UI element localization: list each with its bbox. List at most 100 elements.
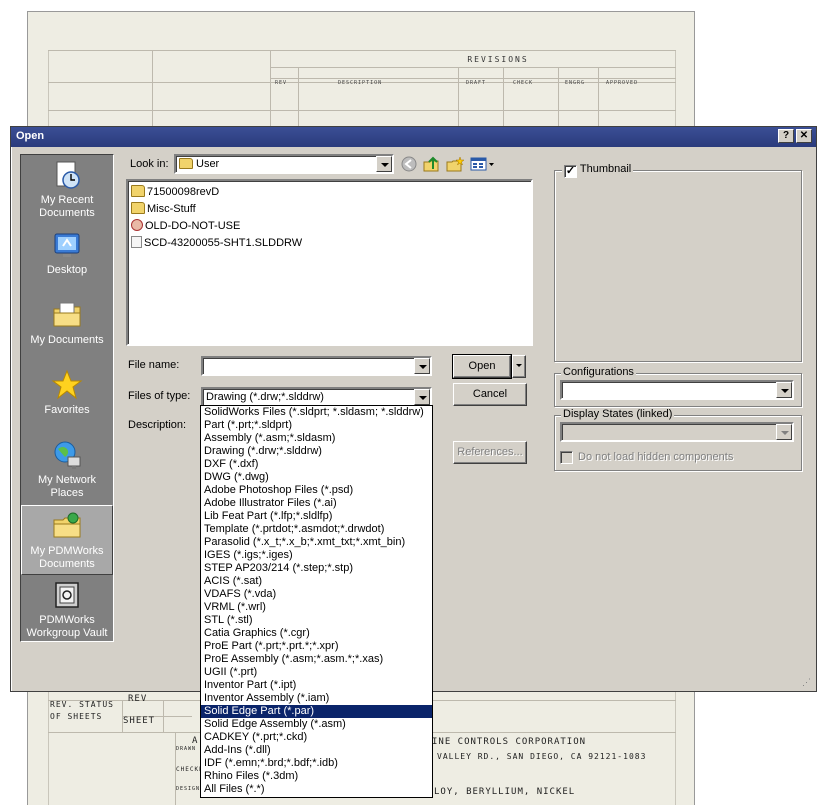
look-in-label: Look in: <box>130 158 169 170</box>
file-type-option[interactable]: Adobe Photoshop Files (*.psd) <box>201 484 432 497</box>
hidden-components-checkbox[interactable] <box>560 451 573 464</box>
file-name-text: OLD-DO-NOT-USE <box>145 220 241 232</box>
favorites-star-icon <box>51 369 83 401</box>
file-type-option[interactable]: IDF (*.emn;*.brd;*.bdf;*.idb) <box>201 757 432 770</box>
place-my-recent-documents[interactable]: My Recent Documents <box>21 155 113 225</box>
file-type-option[interactable]: IGES (*.igs;*.iges) <box>201 549 432 562</box>
cancel-button[interactable]: Cancel <box>453 383 527 406</box>
file-type-option[interactable]: ProE Assembly (*.asm;*.asm.*;*.xas) <box>201 653 432 666</box>
file-type-option[interactable]: Solid Edge Part (*.par) <box>201 705 432 718</box>
file-type-option[interactable]: Inventor Assembly (*.iam) <box>201 692 432 705</box>
pdmworks-vault-icon <box>51 579 83 611</box>
files-of-type-value: Drawing (*.drw;*.slddrw) <box>206 391 324 403</box>
place-my-documents[interactable]: My Documents <box>21 295 113 365</box>
file-name-text: SCD-43200055-SHT1.SLDDRW <box>144 237 303 249</box>
file-type-option[interactable]: STL (*.stl) <box>201 614 432 627</box>
place-favorites[interactable]: Favorites <box>21 365 113 435</box>
company-address: VALLEY RD., SAN DIEGO, CA 92121-1083 <box>437 752 647 761</box>
file-type-option[interactable]: Part (*.prt;*.sldprt) <box>201 419 432 432</box>
file-type-option[interactable]: ProE Part (*.prt;*.prt.*;*.xpr) <box>201 640 432 653</box>
file-type-option[interactable]: Template (*.prtdot;*.asmdot;*.drwdot) <box>201 523 432 536</box>
file-type-option[interactable]: Adobe Illustrator Files (*.ai) <box>201 497 432 510</box>
file-type-option[interactable]: ACIS (*.sat) <box>201 575 432 588</box>
place-label: Favorites <box>44 404 90 416</box>
list-item[interactable]: SCD-43200055-SHT1.SLDDRW <box>131 235 302 251</box>
file-type-option[interactable]: Inventor Part (*.ipt) <box>201 679 432 692</box>
view-menu-icon[interactable] <box>470 156 496 172</box>
dialog-title: Open <box>16 130 45 142</box>
file-type-dropdown-list[interactable]: SolidWorks Files (*.sldprt; *.sldasm; *.… <box>200 405 433 798</box>
drawn-label: DRAWN <box>176 746 197 752</box>
places-bar: My Recent Documents Desktop My Documents… <box>20 154 114 642</box>
thumbnail-label: Thumbnail <box>579 163 632 175</box>
file-type-option[interactable]: All Files (*.*) <box>201 783 432 796</box>
pdmworks-documents-icon <box>51 510 83 542</box>
thumbnail-group-title: ✓ Thumbnail <box>562 163 634 178</box>
hidden-components-label: Do not load hidden components <box>578 451 734 463</box>
restricted-folder-icon <box>131 219 143 231</box>
configurations-combo[interactable] <box>560 380 794 400</box>
file-type-option[interactable]: Assembly (*.asm;*.sldasm) <box>201 432 432 445</box>
file-type-option[interactable]: Solid Edge Assembly (*.asm) <box>201 718 432 731</box>
place-pdmworks-workgroup-vault[interactable]: PDMWorks Workgroup Vault <box>21 575 113 645</box>
file-type-option[interactable]: CADKEY (*.prt;*.ckd) <box>201 731 432 744</box>
file-type-option[interactable]: Drawing (*.drw;*.slddrw) <box>201 445 432 458</box>
sheet-line <box>48 50 676 51</box>
open-options-button[interactable] <box>512 355 526 378</box>
revisions-title: REVISIONS <box>467 55 529 64</box>
file-type-option[interactable]: Catia Graphics (*.cgr) <box>201 627 432 640</box>
help-button[interactable]: ? <box>778 129 794 143</box>
file-type-option[interactable]: DXF (*.dxf) <box>201 458 432 471</box>
list-item[interactable]: 71500098revD <box>131 184 219 200</box>
file-type-option[interactable]: Lib Feat Part (*.lfp;*.sldlfp) <box>201 510 432 523</box>
thumbnail-checkbox[interactable]: ✓ <box>564 165 577 178</box>
sheet-line <box>458 67 459 128</box>
file-type-option[interactable]: SolidWorks Files (*.sldprt; *.sldasm; *.… <box>201 406 432 419</box>
chevron-down-icon[interactable] <box>414 358 430 374</box>
sheet-line <box>298 67 299 128</box>
place-my-network-places[interactable]: My Network Places <box>21 435 113 505</box>
file-type-option[interactable]: Add-Ins (*.dll) <box>201 744 432 757</box>
file-type-option[interactable]: UGII (*.prt) <box>201 666 432 679</box>
recent-documents-icon <box>51 159 83 191</box>
chevron-down-icon[interactable] <box>776 424 792 440</box>
list-item[interactable]: OLD-DO-NOT-USE <box>131 218 240 234</box>
network-places-icon <box>51 439 83 471</box>
chevron-down-icon[interactable] <box>414 389 430 405</box>
look-in-combo[interactable]: User <box>174 154 394 174</box>
new-folder-icon[interactable] <box>446 156 465 172</box>
references-button[interactable]: References... <box>453 441 527 464</box>
file-name-text: 71500098revD <box>147 186 220 198</box>
design-label: DESIGN <box>176 786 201 792</box>
up-one-level-icon[interactable] <box>423 156 441 172</box>
company-name: INE CONTROLS CORPORATION <box>432 737 587 747</box>
rev-label: REV <box>128 694 148 704</box>
file-name-field[interactable] <box>201 356 432 376</box>
close-button[interactable]: ✕ <box>796 129 812 143</box>
rev-status-label: REV. STATUS <box>50 700 114 709</box>
file-name-text: Misc-Stuff <box>147 203 196 215</box>
place-desktop[interactable]: Desktop <box>21 225 113 295</box>
file-type-option[interactable]: STEP AP203/214 (*.step;*.stp) <box>201 562 432 575</box>
place-label: My PDMWorks Documents <box>30 545 104 570</box>
file-list[interactable]: 71500098revD Misc-Stuff OLD-DO-NOT-USE S… <box>126 179 533 346</box>
sheet-line <box>48 110 676 111</box>
material-note: LOY, BERYLLIUM, NICKEL <box>434 787 576 797</box>
open-button[interactable]: Open <box>452 354 512 379</box>
file-type-option[interactable]: Parasolid (*.x_t;*.x_b;*.xmt_txt;*.xmt_b… <box>201 536 432 549</box>
files-of-type-combo[interactable]: Drawing (*.drw;*.slddrw) <box>201 387 432 407</box>
display-states-combo[interactable] <box>560 422 794 442</box>
chevron-down-icon[interactable] <box>376 156 392 172</box>
file-type-option[interactable]: Rhino Files (*.3dm) <box>201 770 432 783</box>
place-label: My Documents <box>30 334 104 346</box>
folder-icon <box>131 185 145 197</box>
resize-grip-icon[interactable]: ⋰ <box>802 677 814 689</box>
chevron-down-icon[interactable] <box>776 382 792 398</box>
dialog-title-bar[interactable]: Open ? ✕ <box>11 127 816 147</box>
back-icon[interactable] <box>401 156 419 172</box>
file-type-option[interactable]: VRML (*.wrl) <box>201 601 432 614</box>
file-type-option[interactable]: DWG (*.dwg) <box>201 471 432 484</box>
place-my-pdmworks-documents[interactable]: My PDMWorks Documents <box>21 505 113 575</box>
file-type-option[interactable]: VDAFS (*.vda) <box>201 588 432 601</box>
list-item[interactable]: Misc-Stuff <box>131 201 196 217</box>
